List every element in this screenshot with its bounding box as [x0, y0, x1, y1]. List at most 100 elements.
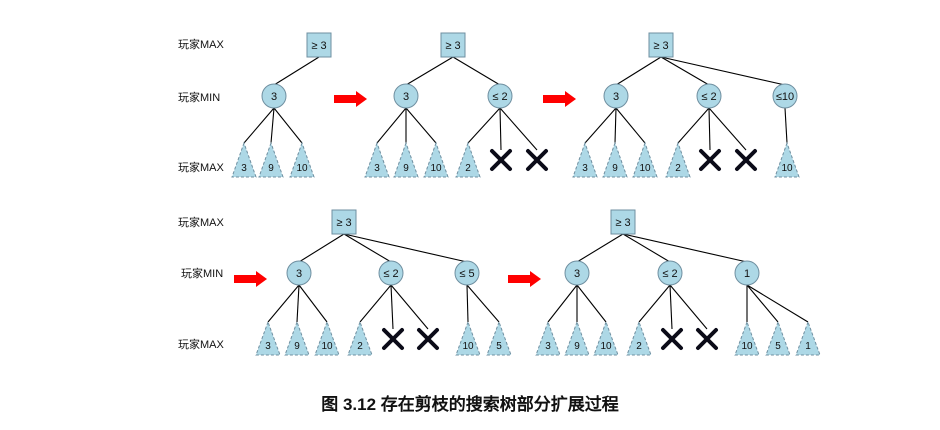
min-node-value: 3: [613, 91, 619, 103]
edge-min-to-leaf: [466, 284, 469, 323]
edge-root-to-min: [298, 233, 345, 263]
leaf-value: 3: [582, 163, 588, 174]
max-root-value: ≥ 3: [615, 217, 630, 229]
edge-root-to-min: [452, 56, 501, 86]
tree-panel-5: ≥ 3 3 3 9 10 ≤ 2 2 1 10 5 1: [535, 209, 821, 356]
edge-root-to-min: [622, 233, 748, 263]
edge-min-to-leaf: [784, 107, 788, 144]
leaf-value: 1: [805, 341, 811, 352]
edge-min-to-leaf: [466, 284, 500, 323]
edge-min-to-leaf: [243, 107, 275, 144]
leaf-value: 9: [612, 163, 618, 174]
edge-to-pruned: [708, 107, 747, 151]
edge-to-pruned: [390, 284, 394, 330]
tree-panel-2: ≥ 3 3 3 9 10 ≤ 2 2: [364, 32, 548, 178]
leaf-value: 2: [636, 341, 642, 352]
row-label-max-top: 玩家MAX: [178, 37, 224, 51]
edge-min-to-leaf: [638, 284, 671, 323]
min-node-value: 3: [271, 91, 277, 103]
max-root-value: ≥ 3: [311, 40, 326, 52]
leaf-value: 2: [465, 163, 471, 174]
edge-min-to-leaf: [746, 284, 779, 323]
leaf-value: 3: [265, 341, 271, 352]
min-node-value: ≤ 5: [459, 268, 474, 280]
step-arrow-1: [334, 91, 367, 107]
leaf-value: 10: [600, 341, 612, 352]
edge-min-to-leaf: [614, 107, 617, 144]
figure-caption: 图 3.12 存在剪枝的搜索树部分扩展过程: [321, 394, 619, 414]
row-label-leaf-max-bottom: 玩家MAX: [178, 337, 224, 351]
edge-to-pruned: [669, 284, 673, 330]
min-node-value: ≤10: [776, 91, 794, 103]
row-label-min-top: 玩家MIN: [178, 90, 220, 104]
edge-root-to-min: [343, 233, 392, 263]
edge-to-pruned: [708, 107, 711, 151]
edge-min-to-leaf: [584, 107, 617, 144]
tree-panel-1: ≥ 3 3 3 9 10: [231, 32, 332, 178]
step-arrow-2: [543, 91, 576, 107]
leaf-value: 10: [639, 163, 651, 174]
leaf-value: 9: [574, 341, 580, 352]
edge-to-pruned: [499, 107, 538, 151]
row-label-min-bottom: 玩家MIN: [181, 266, 223, 280]
edge-root-to-min: [615, 56, 662, 86]
edge-to-pruned: [390, 284, 429, 330]
leaf-value: 10: [430, 163, 442, 174]
leaf-value: 9: [268, 163, 274, 174]
edge-min-to-leaf: [405, 107, 437, 144]
edge-min-to-leaf: [615, 107, 646, 144]
min-node-value: 3: [574, 268, 580, 280]
edge-root-to-min: [405, 56, 454, 86]
edge-root-to-min: [343, 233, 468, 263]
search-trees: ≥ 333 9 10≥ 333 9 10≤ 22≥ 333 9 10≤ 22≤1010≥ 3…: [231, 32, 821, 356]
edge-min-to-leaf: [298, 284, 328, 323]
edge-root-to-min: [273, 56, 320, 86]
max-root-value: ≥ 3: [336, 217, 351, 229]
leaf-value: 5: [775, 341, 781, 352]
min-node-value: 3: [403, 91, 409, 103]
edge-min-to-leaf: [267, 284, 300, 323]
min-node-value: ≤ 2: [701, 91, 716, 103]
edge-root-to-min: [576, 233, 624, 263]
min-node-value: 3: [296, 268, 302, 280]
edge-min-to-leaf: [296, 284, 300, 323]
min-node-value: ≤ 2: [383, 268, 398, 280]
edge-root-to-min: [622, 233, 671, 263]
row-label-max-bottom: 玩家MAX: [178, 215, 224, 229]
tree-panel-3: ≥ 3 3 3 9 10 ≤ 2 2 ≤10 10: [572, 32, 800, 178]
max-root-value: ≥ 3: [445, 40, 460, 52]
leaf-value: 10: [296, 163, 308, 174]
edge-min-to-leaf: [547, 284, 578, 323]
leaf-value: 10: [741, 341, 753, 352]
leaf-value: 9: [294, 341, 300, 352]
edge-min-to-leaf: [576, 284, 607, 323]
edge-min-to-leaf: [376, 107, 407, 144]
edge-root-to-min: [660, 56, 786, 86]
edge-to-pruned: [669, 284, 708, 330]
leaf-value: 5: [496, 341, 502, 352]
leaf-value: 10: [781, 163, 793, 174]
edge-min-to-leaf: [359, 284, 392, 323]
min-node-value: ≤ 2: [492, 91, 507, 103]
edge-to-pruned: [499, 107, 502, 151]
step-arrow-4: [508, 271, 541, 287]
step-arrow-3: [234, 271, 267, 287]
tree-panel-4: ≥ 3 3 3 9 10 ≤ 2 2 ≤ 5 10 5: [255, 209, 512, 356]
edge-min-to-leaf: [746, 284, 809, 323]
leaf-value: 2: [675, 163, 681, 174]
edge-min-to-leaf: [273, 107, 303, 144]
leaf-value: 2: [357, 341, 363, 352]
pruning-tree-figure: 玩家MAX 玩家MIN 玩家MAX 玩家MAX 玩家MIN 玩家MAX ≥ 3 3…: [178, 32, 821, 414]
edge-min-to-leaf: [467, 107, 501, 144]
edge-root-to-min: [660, 56, 710, 86]
leaf-value: 3: [241, 163, 247, 174]
min-node-value: ≤ 2: [662, 268, 677, 280]
min-node-value: 1: [744, 268, 750, 280]
row-label-leaf-max-top: 玩家MAX: [178, 160, 224, 174]
max-root-value: ≥ 3: [653, 40, 668, 52]
edge-min-to-leaf: [677, 107, 710, 144]
edge-min-to-leaf: [270, 107, 275, 144]
leaf-value: 9: [403, 163, 409, 174]
leaf-value: 3: [374, 163, 380, 174]
leaf-value: 10: [462, 341, 474, 352]
